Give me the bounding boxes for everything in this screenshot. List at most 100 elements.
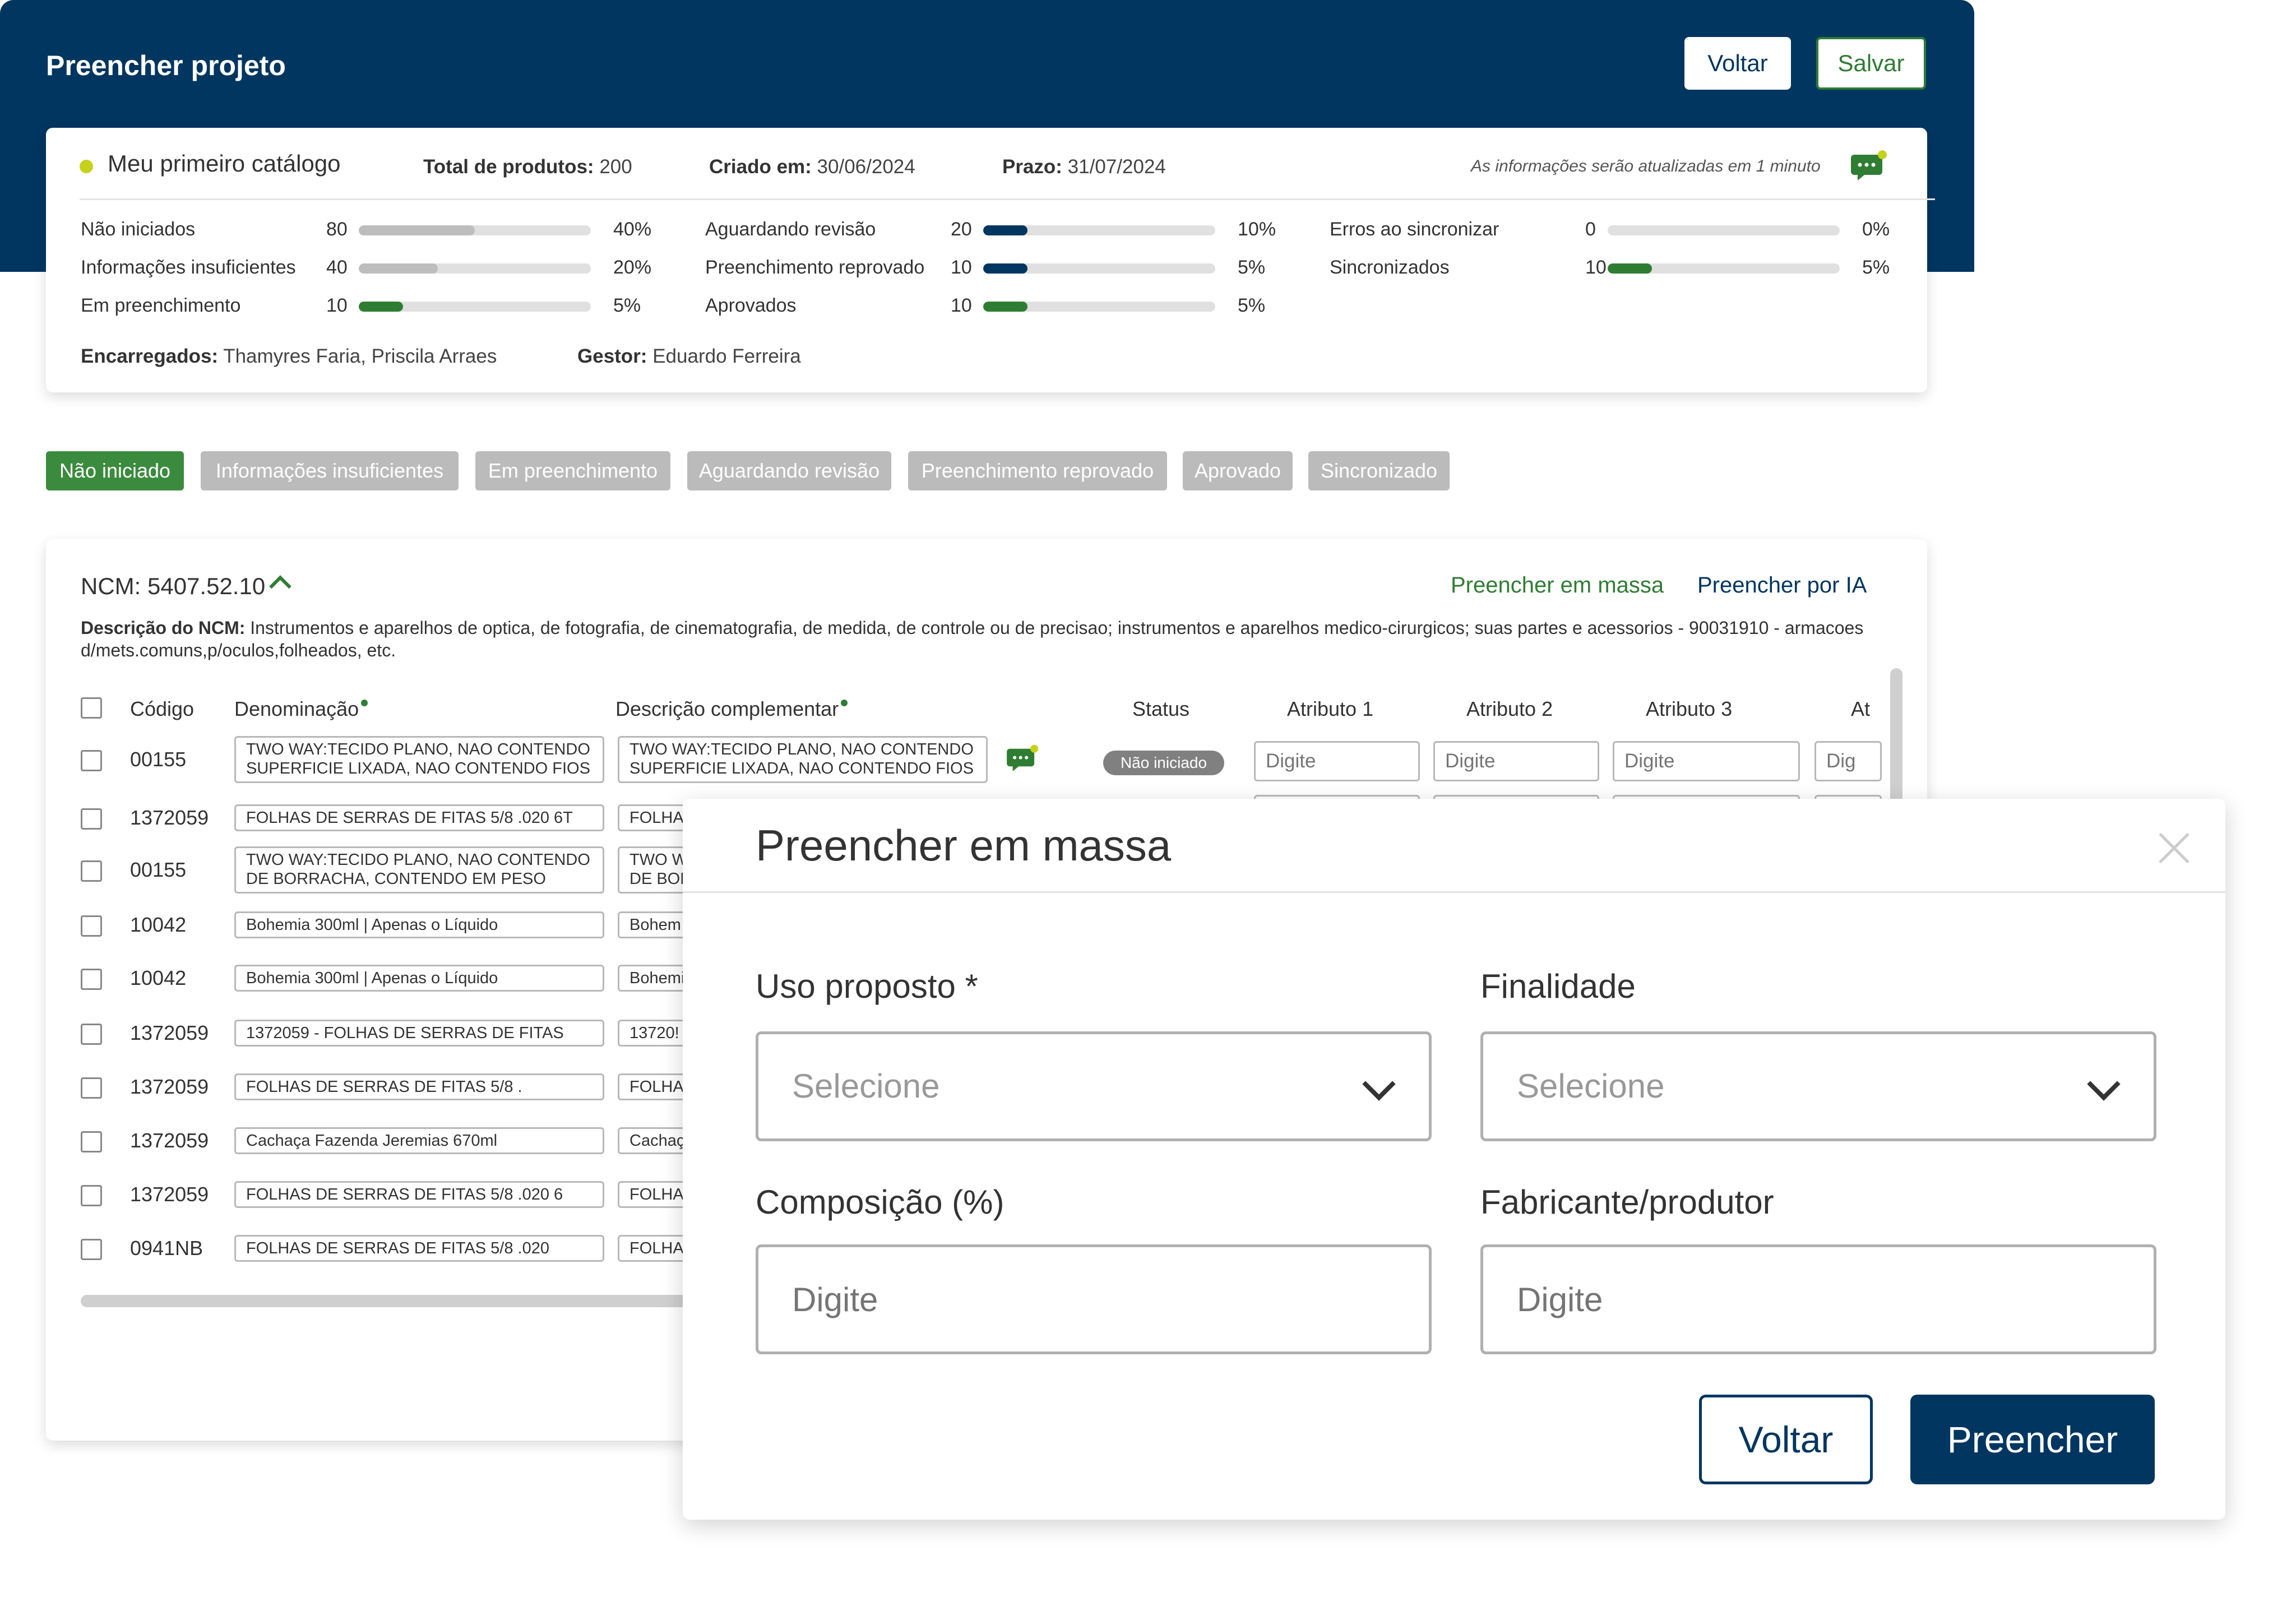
stat-count: 0 [1585, 219, 1596, 240]
attribute-1-input[interactable] [1254, 741, 1420, 781]
catalog-summary-card: Meu primeiro catálogo Total de produtos:… [46, 128, 1935, 392]
ncm-description: Descrição do NCM: Instrumentos e aparelh… [81, 618, 1864, 660]
catalog-name: Meu primeiro catálogo [108, 150, 341, 177]
ai-fill-link[interactable]: Preencher por IA [1697, 573, 1867, 598]
row-code: 00155 [130, 748, 187, 771]
row-checkbox[interactable] [81, 1024, 102, 1045]
info-icon [361, 700, 368, 706]
stat-label: Preenchimento reprovado [705, 257, 925, 278]
field-line: TWO WAY:TECIDO PLANO, NAO CONTENDO [629, 740, 974, 758]
page-title: Preencher projeto [46, 50, 286, 81]
row-checkbox[interactable] [81, 860, 102, 882]
stat-count: 40 [326, 257, 348, 278]
row-checkbox[interactable] [81, 915, 102, 937]
assignees: Encarregados: Thamyres Faria, Priscila A… [81, 345, 497, 367]
row-checkbox[interactable] [81, 750, 102, 771]
row-code: 10042 [130, 966, 187, 989]
column-header-attribute-3: Atributo 3 [1646, 697, 1733, 720]
attribute-4-input[interactable] [1814, 741, 1882, 781]
progress-bar [983, 263, 1215, 274]
filter-chip-em-preenchimento[interactable]: Em preenchimento [475, 451, 670, 490]
filter-chip-nao-iniciado[interactable]: Não iniciado [46, 451, 184, 490]
stat-percent: 40% [613, 219, 652, 240]
complementary-description-field[interactable]: TWO WAY:TECIDO PLANO, NAO CONTENDO SUPERF… [618, 736, 988, 783]
stat-label: Em preenchimento [81, 295, 241, 316]
denomination-field[interactable]: TWO WAY:TECIDO PLANO, NAO CONTENDO DE BOR… [234, 846, 604, 894]
finalidade-select[interactable]: Selecione [1480, 1031, 2156, 1141]
status-dot [80, 160, 93, 173]
denomination-field[interactable]: 1372059 - FOLHAS DE SERRAS DE FITAS [234, 1020, 604, 1047]
select-all-checkbox[interactable] [81, 697, 102, 719]
row-code: 1372059 [130, 1183, 209, 1206]
attribute-3-input[interactable] [1613, 741, 1800, 781]
stat-label: Não iniciados [81, 219, 196, 240]
deadline-date: Prazo: 31/07/2024 [1002, 156, 1166, 178]
progress-fill [359, 225, 475, 235]
denomination-field[interactable]: Bohemia 300ml | Apenas o Líquido [234, 911, 604, 938]
fill-button[interactable]: Preencher [1910, 1395, 2155, 1484]
denomination-field[interactable]: Bohemia 300ml | Apenas o Líquido [234, 965, 604, 992]
field-line: FOLHAS DE SERRAS DE FITAS 5/8 .020 6 [246, 1186, 563, 1203]
denomination-field[interactable]: FOLHAS DE SERRAS DE FITAS 5/8 .020 6T [234, 804, 604, 831]
modal-divider [683, 891, 2225, 893]
chevron-down-icon [2087, 1067, 2121, 1101]
composicao-input[interactable] [756, 1244, 1432, 1354]
save-button[interactable]: Salvar [1816, 37, 1926, 90]
progress-bar [983, 302, 1215, 312]
chat-icon[interactable] [1850, 149, 1889, 185]
attribute-2-input[interactable] [1433, 741, 1599, 781]
stat-count: 10 [951, 295, 972, 316]
stat-count: 10 [326, 295, 348, 316]
field-line: DE BORRACHA, CONTENDO EM PESO [246, 870, 546, 888]
stat-label: Informações insuficientes [81, 257, 296, 278]
back-button[interactable]: Voltar [1684, 37, 1791, 90]
modal-back-button[interactable]: Voltar [1699, 1395, 1873, 1484]
column-header-attribute-2: Atributo 2 [1466, 697, 1553, 720]
comment-icon[interactable] [1006, 744, 1040, 775]
mass-fill-link[interactable]: Preencher em massa [1451, 573, 1664, 598]
row-checkbox[interactable] [81, 808, 102, 830]
filter-chip-aprovado[interactable]: Aprovado [1183, 451, 1293, 490]
field-line: FOLHAS DE SERRAS DE FITAS 5/8 . [246, 1078, 522, 1096]
progress-fill [359, 263, 438, 274]
row-checkbox[interactable] [81, 1239, 102, 1260]
row-code: 1372059 [130, 806, 209, 829]
denomination-field[interactable]: FOLHAS DE SERRAS DE FITAS 5/8 .020 [234, 1235, 604, 1262]
progress-bar [983, 225, 1215, 235]
denomination-field[interactable]: FOLHAS DE SERRAS DE FITAS 5/8 .020 6 [234, 1181, 604, 1208]
field-line: Cachaça Fazenda Jeremias 670ml [246, 1132, 498, 1150]
row-checkbox[interactable] [81, 1131, 102, 1152]
field-line: TWO WAY:TECIDO PLANO, NAO CONTENDO [246, 740, 590, 758]
finalidade-label: Finalidade [1480, 968, 1636, 1005]
fabricante-input[interactable] [1480, 1244, 2156, 1354]
progress-fill [359, 302, 403, 312]
denomination-field[interactable]: TWO WAY:TECIDO PLANO, NAO CONTENDO SUPERF… [234, 736, 604, 783]
denomination-field[interactable]: Cachaça Fazenda Jeremias 670ml [234, 1127, 604, 1154]
row-checkbox[interactable] [81, 1185, 102, 1206]
progress-bar [359, 225, 591, 235]
filter-chip-aguardando-revisao[interactable]: Aguardando revisão [687, 451, 891, 490]
stat-percent: 5% [1862, 257, 1890, 278]
column-header-name: Denominação [234, 697, 368, 721]
filter-chip-informacoes-insuficientes[interactable]: Informações insuficientes [201, 451, 459, 490]
stat-percent: 5% [1238, 295, 1266, 316]
summary-divider [80, 198, 1935, 200]
stat-count: 20 [951, 219, 972, 240]
field-line: 1372059 - FOLHAS DE SERRAS DE FITAS [246, 1024, 564, 1042]
total-products: Total de produtos: 200 [423, 156, 632, 178]
ncm-title: NCM: 5407.52.10 [81, 573, 266, 599]
uso-proposto-select[interactable]: Selecione [756, 1031, 1432, 1141]
field-line: Bohemia 300ml | Apenas o Líquido [246, 969, 498, 987]
chevron-up-icon[interactable] [269, 575, 291, 598]
info-icon [841, 700, 848, 706]
mass-fill-modal: Preencher em massa Uso proposto * Seleci… [683, 799, 2225, 1520]
progress-bar [359, 302, 591, 312]
uso-proposto-label: Uso proposto * [756, 968, 978, 1005]
close-icon[interactable] [2157, 831, 2191, 865]
filter-chip-preenchimento-reprovado[interactable]: Preenchimento reprovado [908, 451, 1167, 490]
row-checkbox[interactable] [81, 1077, 102, 1099]
filter-chip-sincronizado[interactable]: Sincronizado [1308, 451, 1450, 490]
row-checkbox[interactable] [81, 969, 102, 990]
stat-percent: 5% [613, 295, 641, 316]
denomination-field[interactable]: FOLHAS DE SERRAS DE FITAS 5/8 . [234, 1073, 604, 1100]
